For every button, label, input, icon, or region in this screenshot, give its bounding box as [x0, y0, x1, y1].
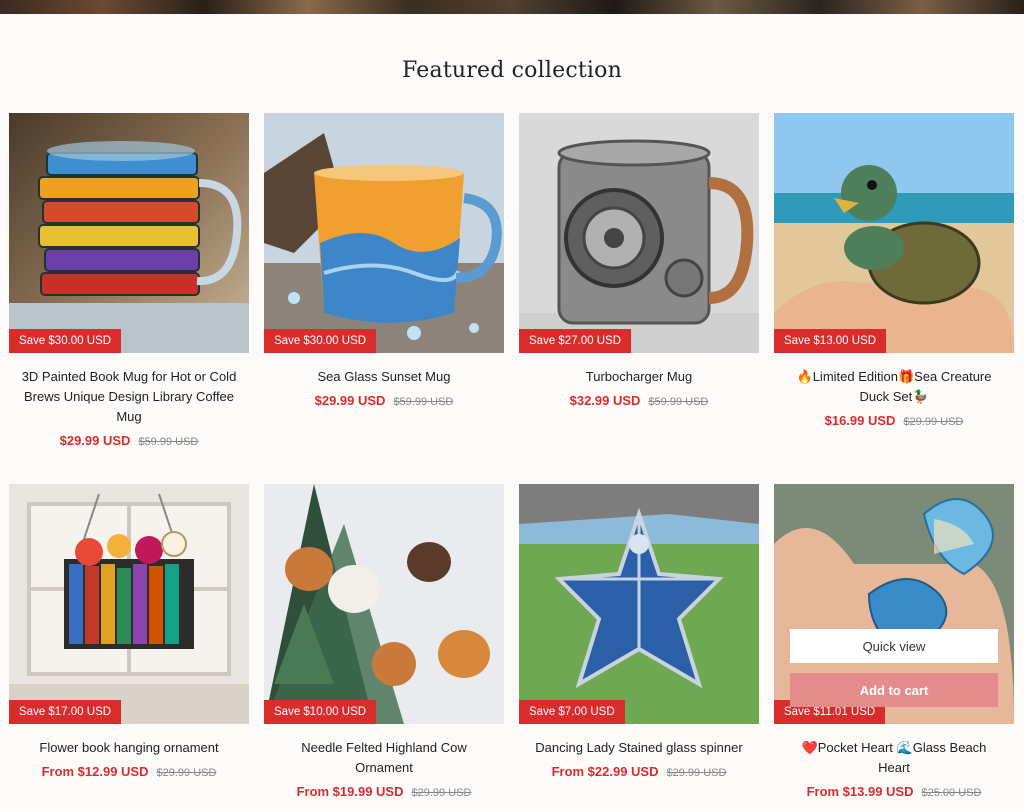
hero-banner-strip — [0, 0, 1024, 14]
sale-price: From $12.99 USD — [41, 764, 149, 779]
sale-badge: Save $30.00 USD — [264, 329, 377, 353]
product-title[interactable]: Turbocharger Mug — [519, 367, 759, 387]
sale-price: $32.99 USD — [569, 393, 641, 408]
product-title[interactable]: Flower book hanging ornament — [9, 738, 249, 758]
product-image[interactable]: Save $11.01 USD Quick view Add to cart — [774, 484, 1014, 724]
price-row: From $13.99 USD $25.00 USD — [774, 782, 1014, 803]
compare-price: $29.99 USD — [903, 416, 964, 428]
compare-price: $59.99 USD — [138, 436, 199, 448]
compare-price: $59.99 USD — [393, 396, 454, 408]
product-image[interactable]: Save $7.00 USD — [519, 484, 759, 724]
sale-badge: Save $27.00 USD — [519, 329, 632, 353]
sale-badge: Save $17.00 USD — [9, 700, 122, 724]
product-card[interactable]: Save $30.00 USD 3D Painted Book Mug for … — [9, 113, 249, 452]
sale-badge: Save $30.00 USD — [9, 329, 122, 353]
price-row: $29.99 USD $59.99 USD — [9, 431, 249, 452]
compare-price: $29.99 USD — [411, 787, 472, 799]
product-title[interactable]: 3D Painted Book Mug for Hot or Cold Brew… — [9, 367, 249, 427]
add-to-cart-button[interactable]: Add to cart — [790, 673, 998, 707]
product-card[interactable]: Save $10.00 USD Needle Felted Highland C… — [264, 484, 504, 803]
product-title[interactable]: Needle Felted Highland Cow Ornament — [264, 738, 504, 778]
product-card[interactable]: Save $11.01 USD Quick view Add to cart ❤… — [774, 484, 1014, 803]
compare-price: $25.00 USD — [921, 787, 982, 799]
product-image[interactable]: Save $17.00 USD — [9, 484, 249, 724]
product-title[interactable]: Dancing Lady Stained glass spinner — [519, 738, 759, 758]
sale-price: $29.99 USD — [314, 393, 386, 408]
product-card[interactable]: Save $27.00 USD Turbocharger Mug $32.99 … — [519, 113, 759, 412]
quick-view-button[interactable]: Quick view — [790, 629, 998, 663]
product-image[interactable]: Save $13.00 USD — [774, 113, 1014, 353]
price-row: $29.99 USD $59.99 USD — [264, 391, 504, 412]
product-image[interactable]: Save $10.00 USD — [264, 484, 504, 724]
sale-badge: Save $7.00 USD — [519, 700, 625, 724]
sale-price: From $22.99 USD — [551, 764, 659, 779]
sale-price: $16.99 USD — [824, 413, 896, 428]
sale-badge: Save $10.00 USD — [264, 700, 377, 724]
price-row: From $19.99 USD $29.99 USD — [264, 782, 504, 803]
compare-price: $29.99 USD — [666, 767, 727, 779]
product-card[interactable]: Save $7.00 USD Dancing Lady Stained glas… — [519, 484, 759, 783]
product-image[interactable]: Save $30.00 USD — [9, 113, 249, 353]
product-card[interactable]: Save $17.00 USD Flower book hanging orna… — [9, 484, 249, 783]
product-card[interactable]: Save $30.00 USD Sea Glass Sunset Mug $29… — [264, 113, 504, 412]
sale-price: From $19.99 USD — [296, 784, 404, 799]
price-row: From $22.99 USD $29.99 USD — [519, 762, 759, 783]
price-row: $16.99 USD $29.99 USD — [774, 411, 1014, 432]
compare-price: $59.99 USD — [648, 396, 709, 408]
product-image[interactable]: Save $27.00 USD — [519, 113, 759, 353]
product-card[interactable]: Save $13.00 USD 🔥Limited Edition🎁Sea Cre… — [774, 113, 1014, 432]
compare-price: $29.99 USD — [156, 767, 217, 779]
product-title[interactable]: Sea Glass Sunset Mug — [264, 367, 504, 387]
product-title[interactable]: 🔥Limited Edition🎁Sea Creature Duck Set🦆 — [774, 367, 1014, 407]
section-heading: Featured collection — [402, 58, 622, 83]
product-image[interactable]: Save $30.00 USD — [264, 113, 504, 353]
sale-badge: Save $13.00 USD — [774, 329, 887, 353]
product-title[interactable]: ❤️Pocket Heart 🌊Glass Beach Heart — [774, 738, 1014, 778]
sale-price: From $13.99 USD — [806, 784, 914, 799]
price-row: $32.99 USD $59.99 USD — [519, 391, 759, 412]
sale-price: $29.99 USD — [59, 433, 131, 448]
price-row: From $12.99 USD $29.99 USD — [9, 762, 249, 783]
